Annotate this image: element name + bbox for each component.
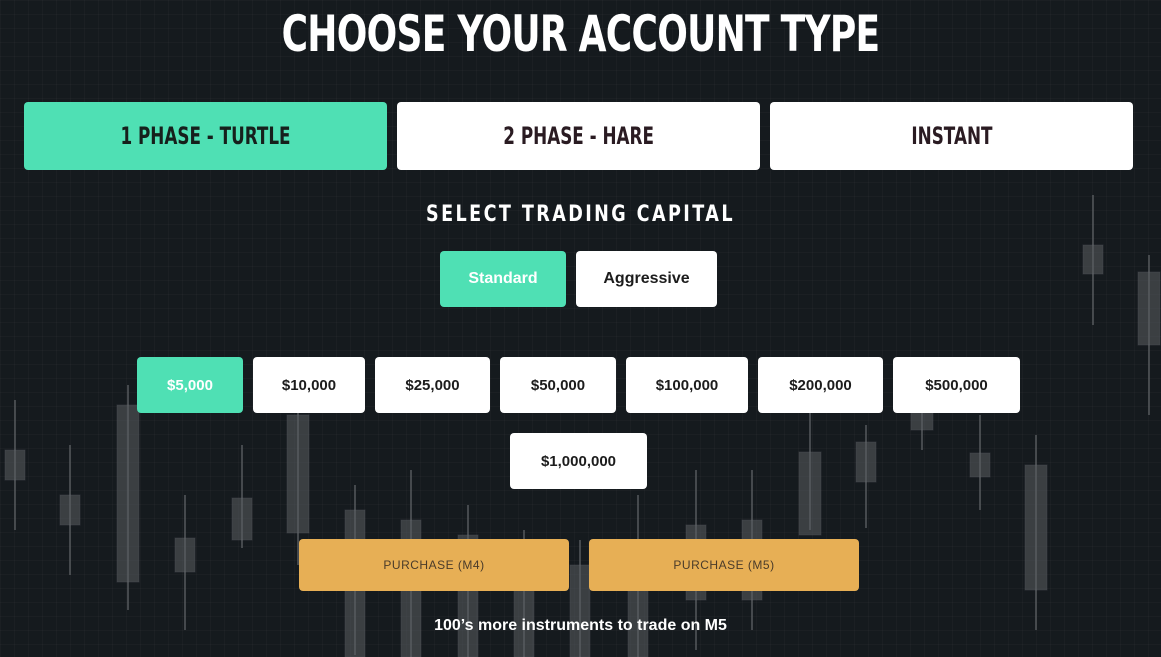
purchase-m5-button[interactable]: PURCHASE (M5) [589,539,859,591]
tab-1-phase-turtle[interactable]: 1 PHASE - TURTLE [24,102,387,170]
tab-instant[interactable]: INSTANT [770,102,1133,170]
section-subtitle: SELECT TRADING CAPITAL [426,202,735,227]
capital-option-25000[interactable]: $25,000 [375,357,490,413]
capital-option-100000[interactable]: $100,000 [626,357,748,413]
capital-option-200000[interactable]: $200,000 [758,357,883,413]
page-title: CHOOSE YOUR ACCOUNT TYPE [281,5,880,63]
tab-label: 2 PHASE - HARE [503,122,654,150]
capital-option-50000[interactable]: $50,000 [500,357,616,413]
purchase-m4-button[interactable]: PURCHASE (M4) [299,539,569,591]
capital-option-500000[interactable]: $500,000 [893,357,1020,413]
account-selector: CHOOSE YOUR ACCOUNT TYPE 1 PHASE - TURTL… [0,0,1161,657]
capital-option-5000[interactable]: $5,000 [137,357,243,413]
capital-option-1000000[interactable]: $1,000,000 [510,433,647,489]
standard-button[interactable]: Standard [440,251,566,307]
aggressive-button[interactable]: Aggressive [576,251,717,307]
tab-2-phase-hare[interactable]: 2 PHASE - HARE [397,102,760,170]
instruments-note: 100’s more instruments to trade on M5 [434,617,727,634]
capital-option-10000[interactable]: $10,000 [253,357,365,413]
tab-label: INSTANT [910,122,993,150]
tab-label: 1 PHASE - TURTLE [120,122,291,150]
